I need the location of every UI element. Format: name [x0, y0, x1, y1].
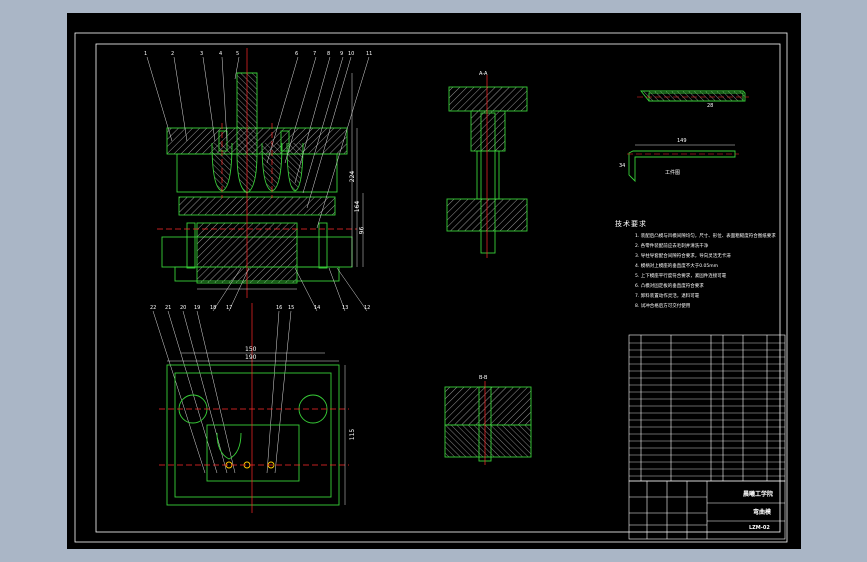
top-balloon: 11 [366, 51, 373, 57]
front-section-view [161, 72, 353, 284]
plan-centerlines [159, 303, 349, 513]
dim-mid-height: 96 [358, 226, 366, 235]
title-drawing-number: LZM-02 [749, 525, 770, 531]
section-b-b [444, 386, 532, 462]
bottom-balloon: 13 [342, 305, 349, 311]
label-section-a: A-A [479, 71, 488, 77]
tech-req-item: 4. 模柄对上模座的垂直度不大于0.05mm [635, 264, 719, 269]
dim-part-width: 28 [707, 103, 714, 109]
dim-width-190: 190 [245, 354, 257, 361]
bottom-balloon: 18 [210, 305, 217, 311]
bottom-balloon: 16 [276, 305, 283, 311]
bottom-balloon: 19 [194, 305, 201, 311]
label-section-b: B-B [479, 375, 488, 381]
tech-req-item: 6. 凸模对固定板的垂直度符合要求 [635, 284, 704, 289]
top-balloon: 4 [219, 51, 223, 57]
top-balloon: 2 [171, 51, 175, 57]
tech-req-item: 7. 卸料装置动作灵活，退料可靠 [635, 294, 700, 299]
bottom-balloon: 21 [165, 305, 172, 311]
bom-rows [629, 342, 785, 477]
tech-req-item: 8. 试冲合格后方可交付使用 [635, 304, 691, 309]
title-drawing-name: 弯曲模 [753, 509, 772, 516]
dimension-lines-plan [167, 352, 346, 505]
bottom-balloon: 22 [150, 305, 157, 311]
bottom-balloon: 12 [364, 305, 371, 311]
top-balloon: 3 [200, 51, 204, 57]
top-balloon: 10 [348, 51, 355, 57]
top-balloon: 9 [340, 51, 344, 57]
dim-part-length: 149 [677, 138, 687, 144]
top-balloon: 8 [327, 51, 331, 57]
workpiece-side [628, 150, 736, 183]
dim-part-height: 34 [619, 163, 626, 169]
bottom-balloon: 14 [314, 305, 321, 311]
tech-req-item: 1. 装配后凸模与凹模间隙均匀，尺寸、形位、表面粗糙度符合图纸要求 [635, 234, 776, 239]
top-balloon: 5 [236, 51, 240, 57]
dim-width-150: 150 [245, 346, 257, 353]
label-workpiece: 工件图 [665, 170, 681, 176]
dim-inner-height: 164 [354, 200, 362, 213]
die-assembly-drawing [74, 32, 788, 543]
top-balloon: 6 [295, 51, 299, 57]
bottom-balloon: 20 [180, 305, 187, 311]
cad-viewport[interactable]: 1 2 3 4 5 6 7 8 9 10 11 22 21 20 19 18 17 16 15 14 13 12 224… [67, 13, 801, 549]
dim-total-height: 224 [349, 170, 357, 183]
balloon-leaders-bottom [152, 267, 368, 474]
title-school: 晨曦工学院 [743, 491, 774, 498]
tech-req-item: 3. 导柱导套配合间隙符合要求，导向灵活无卡滞 [635, 254, 731, 259]
bottom-balloon: 15 [288, 305, 295, 311]
dim-length-115: 115 [349, 428, 357, 441]
tech-req-item: 5. 上下模座平行度符合要求，紧固件连接可靠 [635, 274, 727, 279]
bottom-balloon: 17 [226, 305, 233, 311]
tech-req-heading: 技术要求 [615, 220, 647, 228]
workpiece-top [640, 90, 746, 102]
top-balloon: 1 [144, 51, 148, 57]
tech-req-item: 2. 各零件装配前应去毛刺并清洗干净 [635, 244, 709, 249]
top-balloon: 7 [313, 51, 317, 57]
